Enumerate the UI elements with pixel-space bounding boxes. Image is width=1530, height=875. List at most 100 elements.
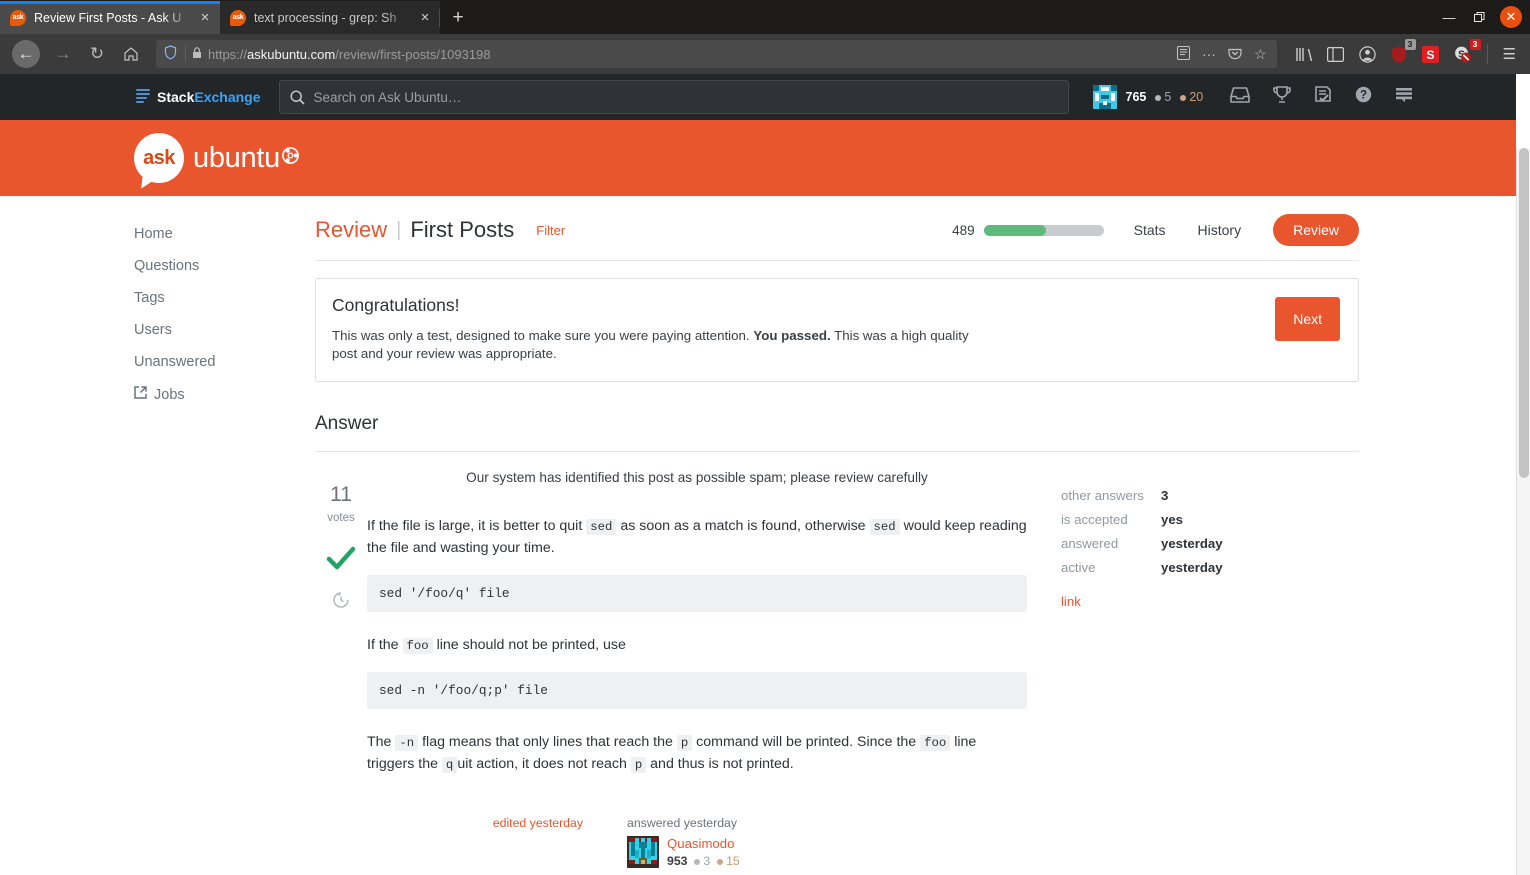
scrollbar-thumb[interactable] — [1519, 148, 1529, 478]
sidebar-item-home[interactable]: Home — [134, 218, 289, 250]
reader-mode-icon[interactable] — [1176, 45, 1190, 63]
url-path: /review/first-posts/1093198 — [335, 46, 491, 62]
answer-section-title: Answer — [315, 413, 379, 435]
avatar[interactable] — [1092, 85, 1117, 109]
stat-row: active yesterday — [1061, 560, 1223, 576]
sidebar-item-jobs[interactable]: Jobs — [134, 378, 289, 411]
sidebar-item-questions[interactable]: Questions — [134, 250, 289, 282]
ask-bubble-icon: ask — [134, 133, 184, 183]
forward-button[interactable]: → — [46, 37, 80, 71]
review-button[interactable]: Review — [1273, 214, 1359, 246]
window-restore-button[interactable] — [1464, 0, 1494, 34]
tab-close-icon[interactable]: × — [416, 9, 434, 27]
review-progress-count: 489 — [952, 222, 975, 238]
tracking-protection-shield-icon[interactable] — [164, 45, 177, 63]
tab-close-icon[interactable]: × — [196, 9, 214, 27]
lock-icon[interactable] — [192, 46, 202, 62]
brand-ask-text: ask — [143, 146, 175, 169]
inline-code: p — [676, 735, 693, 752]
urlbar-icons: ··· ☆ — [1176, 45, 1271, 63]
user-avatar[interactable] — [627, 836, 659, 869]
sidebar-item-users[interactable]: Users — [134, 314, 289, 346]
post-vote-column: 11 votes — [315, 468, 367, 868]
sidebar-item-unanswered[interactable]: Unanswered — [134, 346, 289, 378]
next-button[interactable]: Next — [1275, 297, 1340, 341]
bronze-badge-count[interactable]: 20 — [1180, 90, 1203, 104]
pocket-icon[interactable] — [1228, 46, 1242, 63]
hamburger-menu-icon[interactable]: ☰ — [1503, 45, 1516, 63]
external-link-icon — [134, 386, 147, 403]
search-input[interactable]: Search on Ask Ubuntu… — [278, 80, 1069, 114]
brand-ubuntu-text: ubuntu — [193, 141, 280, 174]
silver-badge-count[interactable]: 5 — [1155, 90, 1171, 104]
review-queues-icon[interactable] — [1314, 86, 1332, 108]
inline-code: foo — [402, 638, 433, 655]
account-icon[interactable] — [1358, 45, 1376, 63]
answered-timestamp: answered yesterday — [627, 816, 738, 831]
stat-row: other answers 3 — [1061, 488, 1169, 504]
code-block-2: sed -n '/foo/q;p' file — [367, 672, 1027, 710]
reputation-count[interactable]: 765 — [1126, 90, 1147, 104]
home-button[interactable] — [114, 37, 148, 71]
page-actions-icon[interactable]: ··· — [1202, 46, 1216, 62]
back-button[interactable]: ← — [12, 40, 40, 68]
stat-row: is accepted yes — [1061, 512, 1184, 528]
tab-favicon-askubuntu: ask — [10, 9, 26, 26]
spam-notice: Our system has identified this post as p… — [466, 470, 928, 486]
topbar-icons: ? — [1230, 86, 1413, 108]
browser-tab-1[interactable]: ask Review First Posts - Ask U × — [0, 1, 220, 34]
code-block-1: sed '/foo/q' file — [367, 575, 1027, 613]
inline-code: sed — [586, 519, 617, 536]
achievements-trophy-icon[interactable] — [1273, 86, 1292, 108]
browser-tab-2[interactable]: ask text processing - grep: Sh × — [220, 1, 440, 34]
ubuntu-circle-of-friends-icon — [282, 147, 299, 169]
review-title-link[interactable]: Review — [315, 217, 387, 243]
user-bronze-badges: 15 — [714, 854, 740, 868]
passed-emphasis: You passed. — [753, 328, 831, 343]
extension-s-icon[interactable]: S — [1421, 45, 1439, 63]
history-link[interactable]: History — [1198, 222, 1242, 238]
stackexchange-logo[interactable]: Stack Exchange — [136, 89, 261, 105]
library-icon[interactable] — [1295, 47, 1312, 62]
bookmark-star-icon[interactable]: ☆ — [1254, 46, 1267, 63]
user-card: answered yesterday Quasimodo 953 3 15 — [627, 816, 847, 869]
tab-title: text processing - grep: Sh — [254, 10, 397, 25]
url-scheme: https:// — [208, 46, 248, 62]
user-silver-badges: 3 — [691, 854, 710, 868]
extension-block-icon[interactable]: S 3 — [1454, 38, 1481, 63]
header-divider — [315, 260, 1359, 261]
user-status-bar: 765 5 20 ? — [1092, 85, 1414, 109]
stats-link[interactable]: Stats — [1134, 222, 1166, 238]
inline-code: foo — [920, 735, 951, 752]
history-icon[interactable] — [315, 591, 367, 609]
page-scrollbar[interactable] — [1516, 148, 1530, 875]
inbox-icon[interactable] — [1230, 86, 1251, 108]
inline-code: -n — [395, 735, 419, 752]
post-paragraph-3: The -n flag means that only lines that r… — [367, 734, 977, 774]
site-switcher-icon[interactable] — [1395, 87, 1413, 108]
urlbar-divider — [185, 46, 186, 62]
window-minimize-button[interactable]: — — [1434, 0, 1464, 34]
new-tab-button[interactable]: + — [439, 1, 476, 34]
edited-timestamp-link[interactable]: edited yesterday — [367, 816, 627, 868]
congratulations-heading: Congratulations! — [332, 295, 460, 315]
window-close-button[interactable]: ✕ — [1500, 6, 1522, 28]
post-meta: edited yesterday answered yesterday Quas… — [367, 791, 1027, 869]
user-name-link[interactable]: Quasimodo — [667, 836, 740, 851]
post-paragraph-2: If the foo line should not be printed, u… — [367, 637, 626, 655]
sidebar-item-tags[interactable]: Tags — [134, 282, 289, 314]
filter-link[interactable]: Filter — [536, 223, 565, 238]
congratulations-panel: Congratulations! This was only a test, d… — [315, 278, 1359, 383]
review-progress-bar — [983, 224, 1104, 236]
site-logo[interactable]: ask ubuntu — [0, 120, 1516, 196]
ublock-origin-icon[interactable]: 3 — [1391, 38, 1416, 63]
help-icon[interactable]: ? — [1355, 86, 1372, 108]
post-stats-panel: other answers 3 is accepted yes answered ye… — [1027, 468, 1327, 868]
tab-favicon-askubuntu: ask — [230, 9, 246, 26]
sidebar-icon[interactable] — [1326, 46, 1344, 62]
url-bar[interactable]: https://askubuntu.com/review/first-posts… — [156, 40, 1277, 68]
reload-button[interactable]: ↻ — [80, 37, 114, 71]
tab-strip: ask Review First Posts - Ask U × ask tex… — [0, 0, 476, 34]
post-link[interactable]: link — [1061, 594, 1081, 609]
page-title: First Posts — [410, 217, 515, 242]
